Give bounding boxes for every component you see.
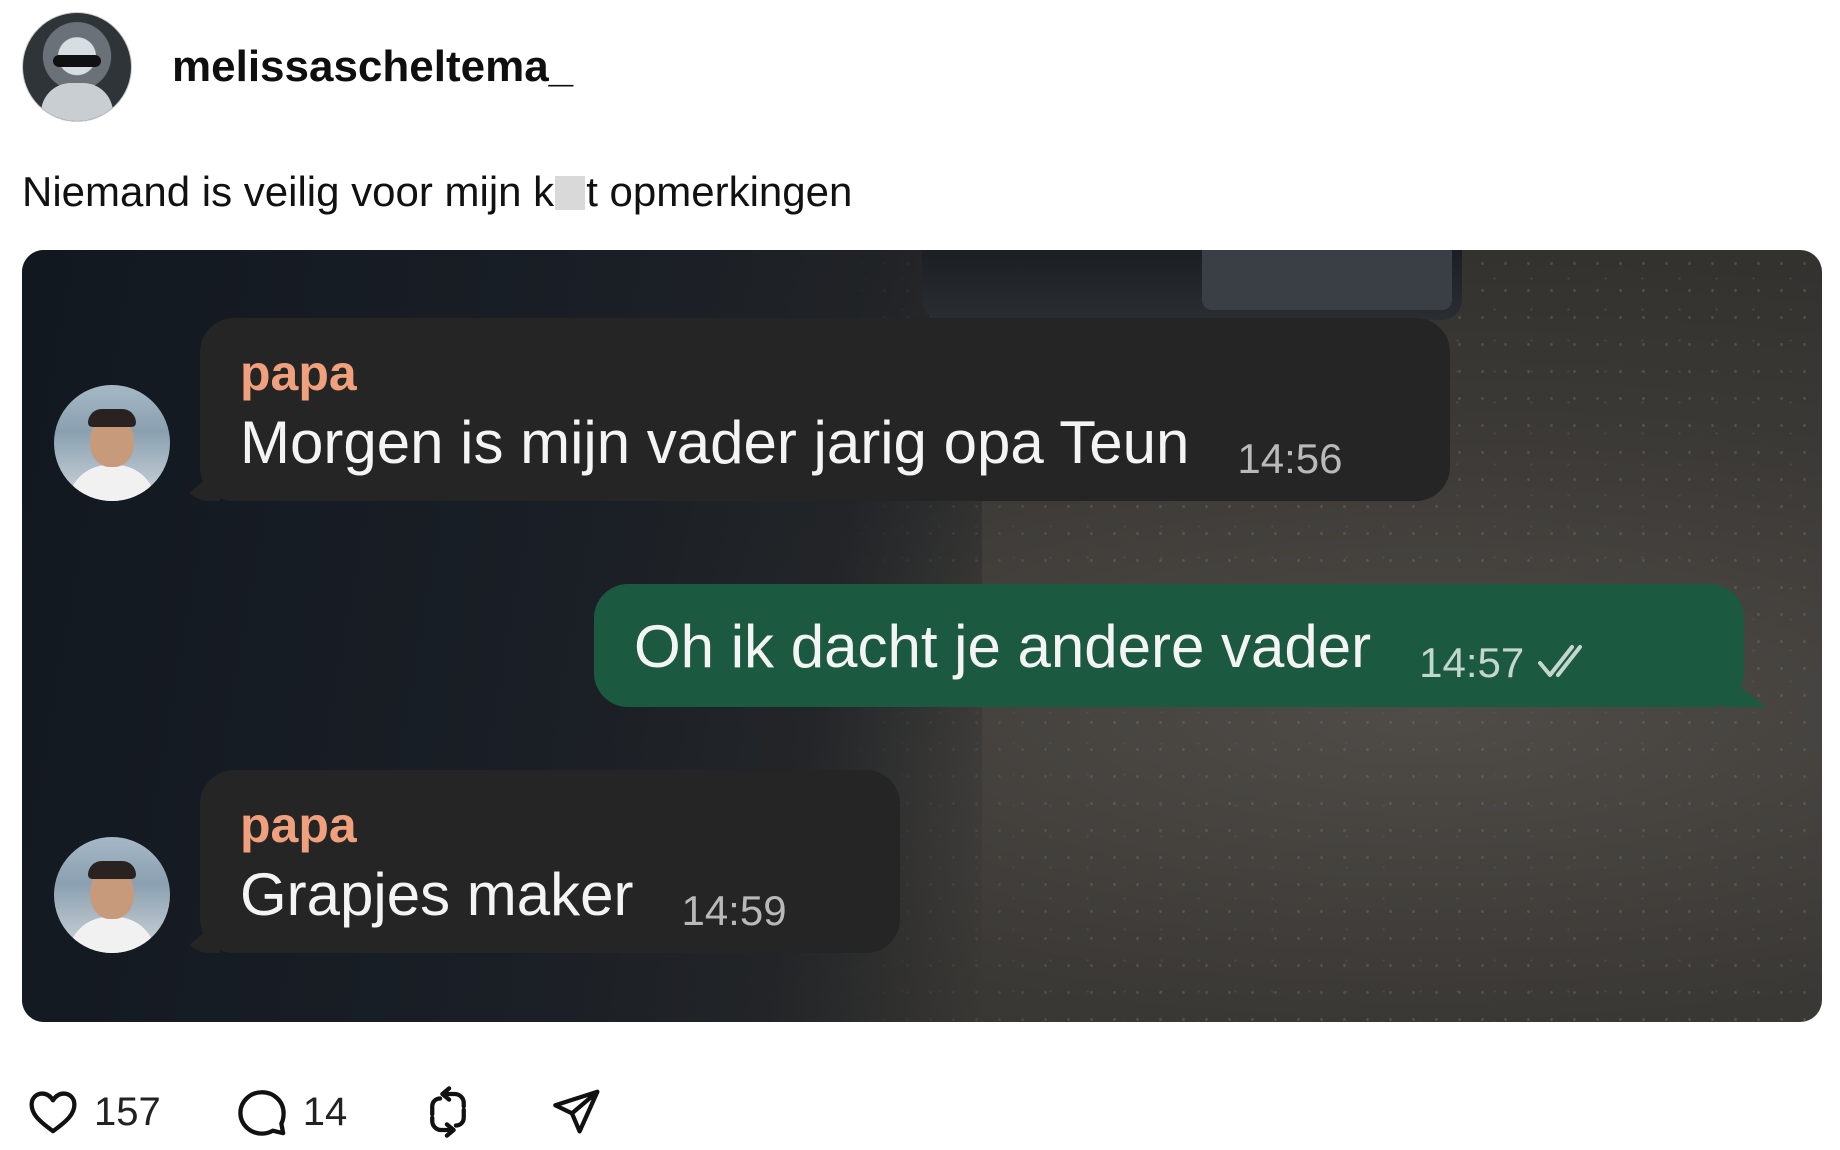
avatar-shirt xyxy=(68,465,156,501)
repost-button[interactable] xyxy=(421,1085,475,1139)
share-icon xyxy=(553,1089,600,1134)
like-button[interactable]: 157 xyxy=(26,1085,161,1139)
message-line: Oh ik dacht je andere vader 14:57 xyxy=(634,612,1704,686)
comment-button[interactable]: 14 xyxy=(235,1085,348,1139)
contact-avatar[interactable] xyxy=(54,385,170,501)
avatar-hair xyxy=(88,861,136,879)
message-bubble-incoming[interactable]: papa Grapjes maker 14:59 xyxy=(200,770,900,953)
message-line: Grapjes maker 14:59 xyxy=(240,860,860,934)
post-image-chat-screenshot[interactable]: papa Morgen is mijn vader jarig opa Teun… xyxy=(22,250,1822,1022)
message-line: Morgen is mijn vader jarig opa Teun 14:5… xyxy=(240,408,1410,482)
double-check-icon xyxy=(1538,645,1583,677)
message-time: 14:57 xyxy=(1419,639,1525,686)
caption-text-end: t opmerkingen xyxy=(586,168,853,215)
redaction-block xyxy=(555,176,586,210)
message-row-outgoing: Oh ik dacht je andere vader 14:57 xyxy=(594,584,1744,707)
heart-icon xyxy=(29,1091,77,1134)
sender-name: papa xyxy=(240,797,357,853)
share-button[interactable] xyxy=(549,1085,603,1139)
like-count: 157 xyxy=(94,1089,161,1134)
sender-name: papa xyxy=(240,345,357,401)
message-bubble-outgoing[interactable]: Oh ik dacht je andere vader 14:57 xyxy=(594,584,1744,707)
avatar-hoodie xyxy=(41,83,113,121)
caption-text-start: Niemand is veilig voor mijn k xyxy=(22,168,555,215)
avatar-sunglasses xyxy=(53,55,101,67)
post-caption: Niemand is veilig voor mijn k t opmerking… xyxy=(22,168,852,216)
message-row-incoming: papa Morgen is mijn vader jarig opa Teun… xyxy=(54,318,1450,501)
message-text: Oh ik dacht je andere vader xyxy=(634,613,1372,680)
message-bubble-incoming[interactable]: papa Morgen is mijn vader jarig opa Teun… xyxy=(200,318,1450,501)
comment-count: 14 xyxy=(302,1089,348,1134)
message-time: 14:56 xyxy=(1237,435,1343,482)
message-text: Morgen is mijn vader jarig opa Teun xyxy=(240,409,1190,476)
profile-avatar[interactable] xyxy=(22,12,132,122)
message-text: Grapjes maker xyxy=(240,861,634,928)
username[interactable]: melissascheltema_ xyxy=(172,42,573,92)
background-object-light xyxy=(1202,250,1452,310)
message-row-incoming: papa Grapjes maker 14:59 xyxy=(54,770,900,953)
post-actions-bar: 157 14 xyxy=(26,1085,677,1139)
contact-avatar[interactable] xyxy=(54,837,170,953)
repost-icon xyxy=(430,1086,467,1138)
avatar-shirt xyxy=(68,917,156,953)
post-header: melissascheltema_ xyxy=(22,12,573,122)
comment-icon xyxy=(238,1090,286,1136)
avatar-hair xyxy=(88,409,136,427)
message-time: 14:59 xyxy=(681,887,787,934)
